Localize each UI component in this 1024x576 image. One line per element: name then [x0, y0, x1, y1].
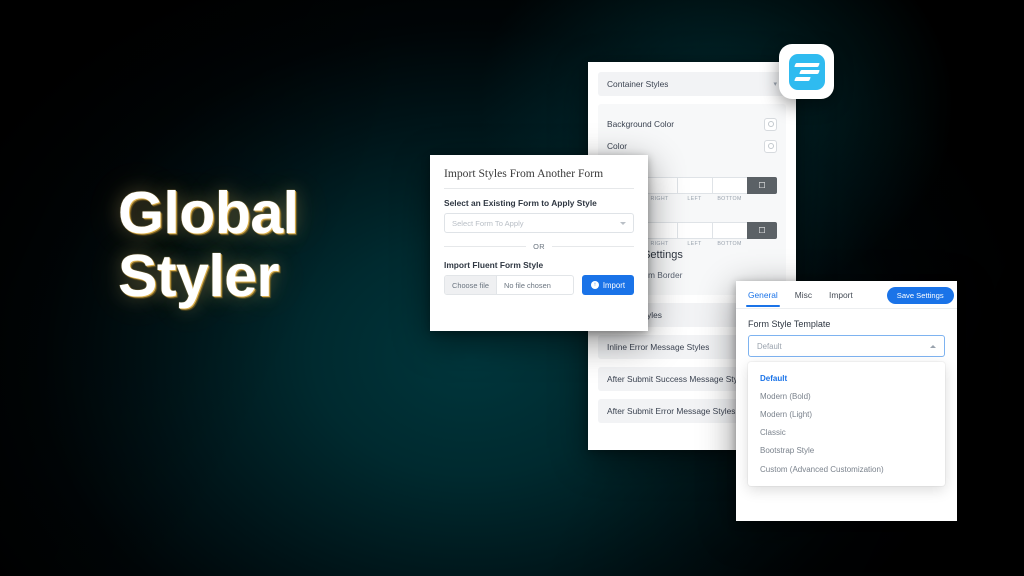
file-upload-row: Choose file No file chosen ↑ Import [444, 275, 634, 295]
tab-general[interactable]: General [746, 290, 780, 307]
import-button[interactable]: ↑ Import [581, 275, 634, 295]
form-style-template-panel: General Misc Import Save Settings Form S… [736, 281, 957, 521]
file-input[interactable]: Choose file No file chosen [444, 275, 574, 295]
import-button-label: Import [602, 280, 625, 290]
option-modern-bold[interactable]: Modern (Bold) [748, 387, 945, 405]
select-form-label: Select an Existing Form to Apply Style [444, 198, 597, 208]
no-file-chosen-text: No file chosen [503, 280, 551, 290]
divider-line [551, 246, 635, 247]
select-form-value: Select Form To Apply [452, 218, 524, 228]
option-modern-light[interactable]: Modern (Light) [748, 405, 945, 423]
or-label: OR [533, 242, 545, 251]
chevron-down-icon: ▾ [773, 80, 777, 88]
option-custom[interactable]: Custom (Advanced Customization) [748, 460, 945, 478]
accordion-label: After Submit Error Message Styles [607, 406, 736, 416]
logo-bar [793, 62, 820, 67]
padding-side-label: BOTTOM [717, 241, 742, 247]
padding-side-label: LEFT [687, 241, 702, 247]
select-form-dropdown[interactable]: Select Form To Apply [444, 213, 634, 233]
hero-line-1: Global [118, 180, 299, 246]
or-divider: OR [444, 242, 635, 251]
modal-title: Import Styles From Another Form [444, 167, 634, 189]
logo-bar [793, 76, 811, 81]
padding-left-input[interactable] [677, 222, 712, 239]
option-bootstrap-style[interactable]: Bootstrap Style [748, 442, 945, 460]
hero-headline: Global Styler [118, 180, 478, 310]
logo-mark [788, 53, 825, 90]
color-swatch-icon[interactable] [764, 139, 777, 153]
chevron-down-icon [620, 221, 626, 225]
form-style-template-label: Form Style Template [748, 319, 831, 329]
margin-side-label: BOTTOM [717, 196, 742, 202]
hero-line-2: Styler [118, 243, 279, 310]
selected-template-value: Default [757, 341, 782, 351]
panel-body: Form Style Template Default Default Mode… [736, 309, 957, 487]
promo-canvas: Global Styler Container Styles ▾ Backgro… [0, 0, 1024, 576]
accordion-label: Container Styles [607, 79, 669, 89]
accordion-container-styles[interactable]: Container Styles ▾ [598, 72, 786, 96]
tab-misc[interactable]: Misc [795, 290, 812, 306]
import-file-label: Import Fluent Form Style [444, 260, 544, 270]
color-swatch-icon[interactable] [764, 117, 777, 131]
padding-bottom-input[interactable] [712, 222, 747, 239]
fluent-forms-logo-icon [779, 44, 834, 99]
margin-bottom-input[interactable] [712, 177, 747, 194]
accordion-label: After Submit Success Message Styles [607, 374, 749, 384]
field-color: Color [607, 135, 777, 157]
save-settings-button[interactable]: Save Settings [886, 287, 954, 304]
field-label: Color [607, 141, 628, 151]
link-sides-icon[interactable]: ☐ [747, 222, 777, 239]
chevron-up-icon [930, 344, 936, 348]
choose-file-button[interactable]: Choose file [445, 276, 497, 294]
panel-tabbar: General Misc Import Save Settings [736, 281, 957, 309]
field-label: Background Color [607, 119, 675, 129]
accordion-label: Inline Error Message Styles [607, 342, 710, 352]
field-background-color: Background Color [607, 113, 777, 135]
tab-import[interactable]: Import [829, 290, 853, 306]
logo-bar [798, 69, 820, 74]
margin-left-input[interactable] [677, 177, 712, 194]
margin-side-label: LEFT [687, 196, 702, 202]
template-options-dropdown: Default Modern (Bold) Modern (Light) Cla… [748, 362, 945, 487]
option-classic[interactable]: Classic [748, 424, 945, 442]
import-styles-modal: Import Styles From Another Form Select a… [430, 155, 648, 331]
link-sides-icon[interactable]: ☐ [747, 177, 777, 194]
divider-line [444, 246, 527, 247]
upload-circle-icon: ↑ [590, 281, 599, 289]
option-default[interactable]: Default [748, 369, 945, 387]
form-style-template-select[interactable]: Default [748, 335, 945, 357]
